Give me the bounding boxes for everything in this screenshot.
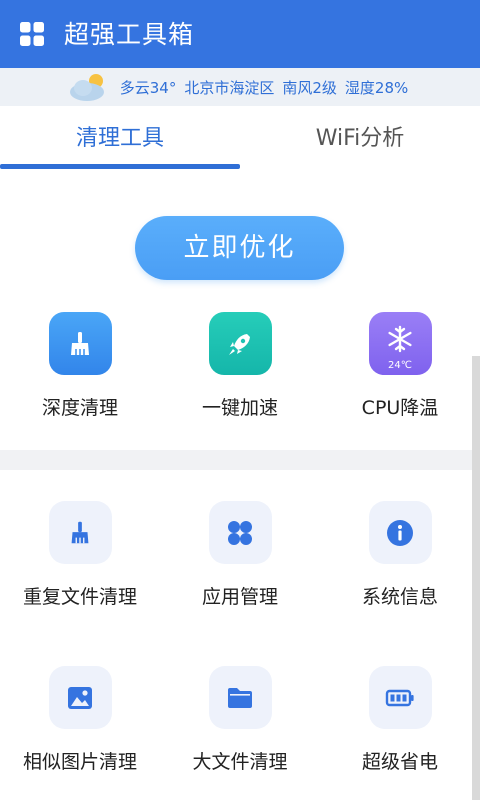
folder-icon [228,687,252,708]
cloudy-sun-icon [69,74,104,101]
duplicate-file-tile [48,501,112,564]
weather-bar[interactable]: 多云34° 北京市海淀区 南风2级 湿度28% [0,68,480,106]
cpu-cooling-tile: 24℃ [368,312,432,375]
deep-clean-tile [48,312,112,375]
power-saving-label: 超级省电 [361,751,438,773]
large-file-tile [208,666,272,729]
app-management-tile [208,501,272,564]
apps-grid-icon [228,520,252,545]
system-info-label: 系统信息 [361,586,438,608]
app-title: 超强工具箱 [64,20,195,49]
system-info-tool[interactable]: 系统信息 [320,501,480,609]
app-management-label: 应用管理 [201,586,278,608]
cpu-cooling-label: CPU降温 [361,397,439,419]
similar-image-label: 相似图片清理 [22,751,137,773]
similar-image-tile [48,666,112,729]
similar-image-clean-tool[interactable]: 相似图片清理 [0,666,160,774]
duplicate-file-clean-tool[interactable]: 重复文件清理 [0,501,160,609]
tab-cleanup-tools[interactable]: 清理工具 [0,106,240,170]
system-info-tile [368,501,432,564]
app-management-tool[interactable]: 应用管理 [160,501,320,609]
broom-icon [71,521,89,543]
tab-bar: 清理工具 WiFi分析 [0,106,480,172]
snowflake-icon [388,325,412,352]
speed-boost-tile [208,312,272,375]
deep-clean-tool[interactable]: 深度清理 [0,312,160,420]
info-icon [387,519,413,546]
large-file-label: 大文件清理 [192,751,288,773]
broom-icon [71,331,89,355]
battery-icon [385,689,414,706]
cpu-cooling-tool[interactable]: 24℃ CPU降温 [320,312,480,420]
tab-wifi-analysis[interactable]: WiFi分析 [240,106,480,170]
weather-condition: 多云34° [119,78,177,97]
power-saving-tool[interactable]: 超级省电 [320,666,480,774]
temperature-badge: 24℃ [388,360,412,371]
optimize-now-button[interactable]: 立即优化 [135,216,344,280]
deep-clean-label: 深度清理 [41,397,118,419]
section-divider [0,450,480,470]
rocket-icon [229,333,250,355]
menu-grid-icon[interactable] [20,22,44,46]
speed-boost-label: 一键加速 [201,397,278,419]
weather-location: 北京市海淀区 [184,78,275,97]
weather-humidity: 湿度28% [344,78,409,97]
app-bar: 超强工具箱 [0,0,480,68]
weather-wind: 南风2级 [282,78,337,97]
scrollbar[interactable] [472,356,480,800]
tab-indicator [0,164,240,169]
large-file-clean-tool[interactable]: 大文件清理 [160,666,320,774]
speed-boost-tool[interactable]: 一键加速 [160,312,320,420]
duplicate-file-label: 重复文件清理 [22,586,137,608]
power-saving-tile [368,666,432,729]
image-icon [68,686,92,709]
